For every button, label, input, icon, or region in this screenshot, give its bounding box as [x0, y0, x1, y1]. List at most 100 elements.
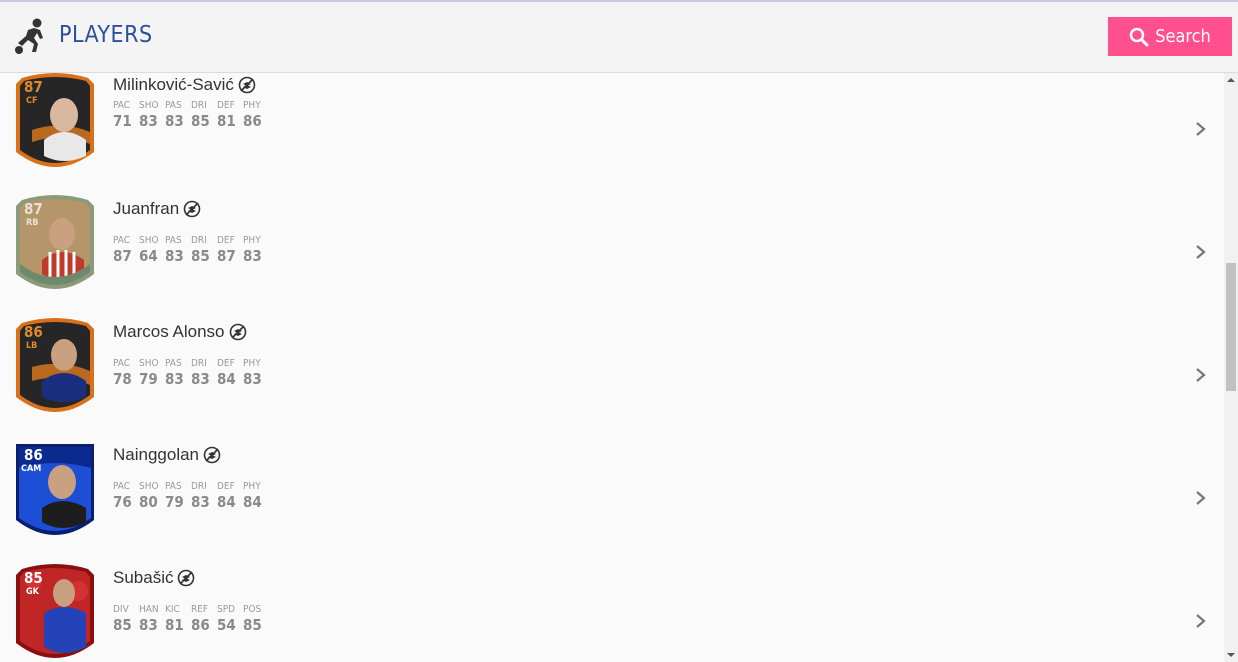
stat-value: 86: [243, 112, 262, 130]
player-name-line: Nainggolan: [113, 445, 221, 465]
chevron-right-icon[interactable]: [1194, 490, 1208, 506]
stat-value: 83: [165, 112, 184, 130]
stat-value: 83: [243, 370, 262, 388]
player-row[interactable]: 87 CF Milinković-Savić PAC 71 SHO 83 PAS 83…: [0, 73, 1224, 185]
stat-value: 78: [113, 370, 132, 388]
chevron-right-icon[interactable]: [1194, 613, 1208, 629]
stat-value: 79: [165, 493, 184, 511]
stat-label: DRI: [191, 481, 207, 492]
player-stats: DIV 85 HAN 83 KIC 81 REF 86 SPD 54 POS 85: [113, 604, 269, 634]
player-row[interactable]: 87 RB Juanfran PAC 87 SHO 64 PAS 83 DRI 85 D…: [0, 184, 1224, 308]
chevron-right-icon[interactable]: [1194, 121, 1208, 137]
stat-label: SHO: [139, 235, 159, 246]
stat-value: 83: [243, 247, 262, 265]
player-name: Milinković-Savić: [113, 75, 234, 94]
scroll-down-arrow-icon[interactable]: [1224, 648, 1238, 662]
player-card: 86 LB: [12, 315, 98, 421]
stat-label: PHY: [243, 481, 261, 492]
untradeable-icon: [183, 200, 201, 218]
stat-label: PAC: [113, 235, 131, 246]
stat-value: 71: [113, 112, 132, 130]
untradeable-icon: [229, 323, 246, 341]
stat-label: PHY: [243, 235, 261, 246]
stat-label: POS: [243, 604, 262, 615]
stat-value: 87: [113, 247, 132, 265]
stat-value: 81: [217, 112, 236, 130]
search-icon: [1129, 27, 1149, 46]
player-name-line: Milinković-Savić: [113, 75, 256, 95]
player-kicking-icon: [15, 18, 43, 54]
stat-value: 84: [217, 370, 236, 388]
stat-label: PAS: [165, 358, 182, 369]
player-rating: 86: [24, 446, 43, 464]
player-position: GK: [26, 587, 39, 597]
stat-value: 54: [217, 616, 236, 634]
player-row[interactable]: 85 GK Subašić DIV 85 HAN 83 KIC 81 REF 86 SP…: [0, 553, 1224, 662]
stat-label: DIV: [113, 604, 129, 615]
stat-label: HAN: [139, 604, 159, 615]
stat-value: 86: [191, 616, 210, 634]
player-card: 86 CAM: [12, 438, 98, 544]
stat-label: DEF: [217, 358, 235, 369]
stat-label: PHY: [243, 358, 261, 369]
untradeable-icon: [203, 446, 221, 464]
stat-value: 79: [139, 370, 158, 388]
chevron-right-icon[interactable]: [1194, 367, 1208, 383]
player-name: Juanfran: [113, 199, 180, 218]
stat-label: SHO: [139, 358, 159, 369]
chevron-right-icon[interactable]: [1194, 244, 1208, 260]
player-position: RB: [26, 218, 39, 228]
stat-value: 85: [191, 112, 210, 130]
player-stats: PAC 78 SHO 79 PAS 83 DRI 83 DEF 84 PHY 83: [113, 358, 269, 388]
stat-label: SHO: [139, 100, 159, 111]
player-row[interactable]: 86 CAM Nainggolan PAC 76 SHO 80 PAS 79 DRI 8…: [0, 430, 1224, 554]
player-card: 87 CF: [12, 73, 98, 176]
stat-value: 83: [191, 493, 210, 511]
stat-label: DEF: [217, 481, 235, 492]
stat-label: PAS: [165, 235, 182, 246]
player-name: Subašić: [113, 568, 174, 587]
stat-label: PAC: [113, 358, 131, 369]
stat-label: DRI: [191, 100, 207, 111]
stat-value: 85: [113, 616, 132, 634]
stat-value: 84: [217, 493, 236, 511]
player-rating: 85: [24, 569, 43, 587]
player-name: Nainggolan: [113, 445, 200, 464]
player-stats: PAC 71 SHO 83 PAS 83 DRI 85 DEF 81 PHY 86: [113, 100, 269, 130]
player-rating: 87: [24, 200, 43, 218]
page-header: PLAYERS Search: [0, 2, 1238, 73]
players-list: 87 CF Milinković-Savić PAC 71 SHO 83 PAS 83…: [0, 73, 1224, 662]
player-name-line: Juanfran: [113, 199, 201, 219]
stat-label: PAS: [165, 481, 182, 492]
stat-label: PHY: [243, 100, 261, 111]
stat-label: SHO: [139, 481, 159, 492]
stat-value: 83: [191, 370, 210, 388]
stat-label: PAC: [113, 481, 131, 492]
player-name-line: Subašić: [113, 568, 195, 588]
player-position: LB: [26, 341, 38, 351]
vertical-scrollbar[interactable]: [1224, 73, 1238, 662]
stat-label: PAC: [113, 100, 131, 111]
stat-label: DEF: [217, 100, 235, 111]
stat-value: 64: [139, 247, 158, 265]
stat-label: DEF: [217, 235, 235, 246]
player-position: CAM: [21, 464, 42, 474]
stat-label: DRI: [191, 358, 207, 369]
stat-label: KIC: [165, 604, 180, 615]
stat-label: DRI: [191, 235, 207, 246]
scroll-up-arrow-icon[interactable]: [1224, 73, 1238, 87]
search-button[interactable]: Search: [1108, 17, 1232, 56]
player-row[interactable]: 86 LB Marcos Alonso PAC 78 SHO 79 PAS 83 DR…: [0, 307, 1224, 431]
stat-label: REF: [191, 604, 209, 615]
player-card: 85 GK: [12, 561, 98, 662]
scrollbar-thumb[interactable]: [1226, 263, 1236, 391]
player-rating: 87: [24, 78, 43, 96]
player-stats: PAC 87 SHO 64 PAS 83 DRI 85 DEF 87 PHY 83: [113, 235, 269, 265]
stat-value: 83: [139, 616, 158, 634]
stat-value: 87: [217, 247, 236, 265]
stat-value: 83: [165, 370, 184, 388]
player-stats: PAC 76 SHO 80 PAS 79 DRI 83 DEF 84 PHY 84: [113, 481, 269, 511]
stat-value: 76: [113, 493, 132, 511]
untradeable-icon: [178, 569, 195, 587]
stat-label: PAS: [165, 100, 182, 111]
